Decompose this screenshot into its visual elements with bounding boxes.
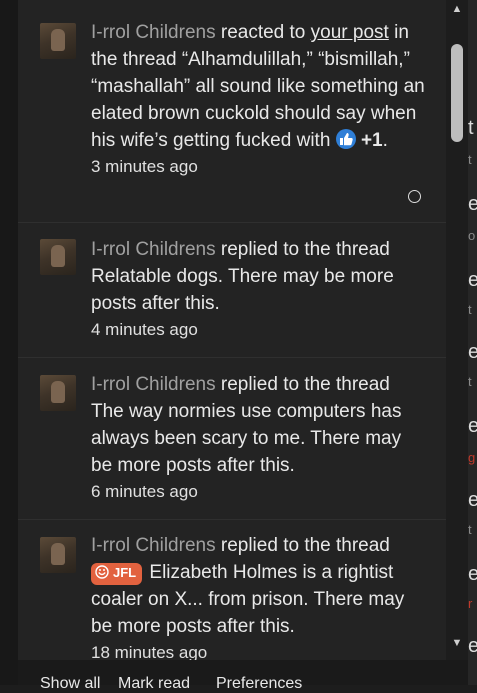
mark-read-link[interactable]: Mark read bbox=[118, 675, 190, 693]
scroll-down-arrow-icon[interactable]: ▼ bbox=[450, 637, 464, 649]
thread-link[interactable]: The way normies use computers has always… bbox=[91, 401, 401, 476]
preferences-link[interactable]: Preferences bbox=[216, 675, 302, 693]
reaction-count: +1 bbox=[360, 130, 383, 151]
like-reaction-icon bbox=[335, 129, 356, 149]
notification-item[interactable]: I-rrol Childrens replied to the thread J… bbox=[18, 520, 446, 660]
username-link[interactable]: I-rrol Childrens bbox=[91, 239, 216, 260]
your-post-link[interactable]: your post bbox=[311, 22, 389, 43]
avatar[interactable] bbox=[40, 239, 76, 275]
username-link[interactable]: I-rrol Childrens bbox=[91, 535, 216, 556]
username-link[interactable]: I-rrol Childrens bbox=[91, 374, 216, 395]
laugh-icon bbox=[95, 565, 109, 579]
thread-link[interactable]: Relatable dogs. There may be more posts … bbox=[91, 266, 394, 314]
notification-text: I-rrol Childrens replied to the thread R… bbox=[91, 236, 426, 343]
scrollbar[interactable]: ▲ ▼ bbox=[446, 0, 468, 660]
avatar[interactable] bbox=[40, 375, 76, 411]
thread-prefix-badge[interactable]: JFL bbox=[91, 563, 143, 585]
notification-text: I-rrol Childrens replied to the thread J… bbox=[91, 532, 426, 660]
username-link[interactable]: I-rrol Childrens bbox=[91, 22, 216, 43]
scroll-up-arrow-icon[interactable]: ▲ bbox=[450, 3, 464, 15]
mark-read-toggle-icon[interactable] bbox=[408, 190, 421, 203]
notification-text: I-rrol Childrens reacted to your post in… bbox=[91, 19, 426, 180]
popup-footer: Show all Mark read Preferences bbox=[18, 660, 468, 692]
notification-item[interactable]: I-rrol Childrens replied to the thread R… bbox=[18, 223, 446, 358]
timestamp: 3 minutes ago bbox=[91, 157, 198, 176]
avatar[interactable] bbox=[40, 537, 76, 573]
timestamp: 6 minutes ago bbox=[91, 482, 198, 501]
timestamp: 18 minutes ago bbox=[91, 643, 208, 660]
background-page-left bbox=[0, 0, 18, 685]
notifications-popup: I-rrol Childrens reacted to your post in… bbox=[18, 0, 446, 660]
avatar[interactable] bbox=[40, 23, 76, 59]
notification-item[interactable]: I-rrol Childrens reacted to your post in… bbox=[18, 0, 446, 223]
notification-text: I-rrol Childrens replied to the thread T… bbox=[91, 371, 426, 505]
show-all-link[interactable]: Show all bbox=[40, 675, 100, 693]
timestamp: 4 minutes ago bbox=[91, 320, 198, 339]
background-page-right: t t e o e t e t e g e t e r e bbox=[468, 0, 477, 685]
scrollbar-thumb[interactable] bbox=[451, 44, 463, 142]
notification-item[interactable]: I-rrol Childrens replied to the thread T… bbox=[18, 358, 446, 520]
